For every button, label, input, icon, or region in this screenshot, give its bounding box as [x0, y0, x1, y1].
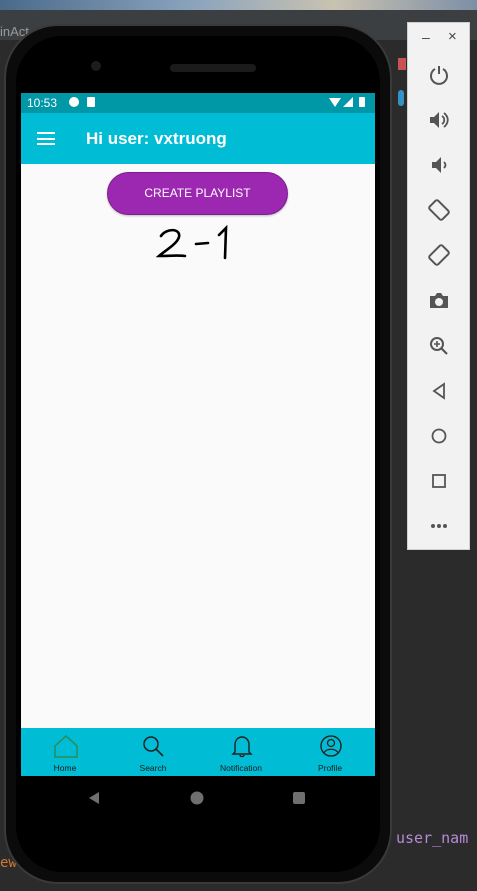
nav-label-search: Search — [139, 763, 167, 773]
create-playlist-button[interactable]: CREATE PLAYLIST — [107, 172, 288, 215]
status-bar: 10:53 — [21, 93, 375, 113]
power-icon[interactable] — [427, 63, 451, 87]
rotate-left-icon[interactable] — [427, 198, 451, 222]
notification-icons — [69, 96, 99, 111]
ide-background — [0, 0, 477, 10]
volume-down-icon[interactable] — [427, 153, 451, 177]
nav-label-profile: Profile — [317, 763, 343, 773]
bottom-navigation: Home Search Notification Profile — [21, 728, 375, 776]
nav-label-notification: Notification — [219, 763, 263, 773]
overview-icon[interactable] — [427, 469, 451, 493]
zoom-icon[interactable] — [427, 334, 451, 358]
back-icon[interactable] — [427, 379, 451, 403]
front-camera — [91, 61, 101, 71]
profile-icon — [320, 735, 342, 757]
handwritten-note: 2-1 — [155, 223, 246, 268]
bell-icon — [231, 736, 253, 758]
emulator-toolbar: – × — [407, 22, 470, 550]
app-bar: Hi user: vxtruong — [21, 113, 375, 164]
home-icon[interactable] — [427, 424, 451, 448]
overview-icon[interactable] — [292, 791, 306, 805]
back-icon[interactable] — [87, 791, 101, 805]
ide-scroll-marker — [398, 90, 404, 106]
nav-label-home: Home — [53, 763, 77, 773]
volume-up-icon[interactable] — [427, 108, 451, 132]
ide-code-text: user_nam — [396, 829, 469, 847]
rotate-right-icon[interactable] — [427, 243, 451, 267]
search-icon — [143, 736, 164, 757]
page-title: Hi user: vxtruong — [86, 129, 227, 148]
menu-icon[interactable] — [37, 132, 55, 145]
more-icon[interactable] — [427, 514, 451, 538]
nav-item-home[interactable]: Home — [21, 728, 109, 776]
camera-icon[interactable] — [427, 289, 451, 313]
system-navigation-bar — [21, 776, 375, 822]
earpiece-speaker — [170, 64, 256, 72]
home-button-icon[interactable] — [190, 791, 204, 805]
device-screen: 10:53 Hi user: vxtruong CREATE PLAYLIST — [21, 93, 375, 776]
ide-error-marker — [398, 58, 406, 70]
home-icon — [54, 734, 78, 758]
status-time: 10:53 — [27, 96, 58, 110]
nav-item-profile[interactable]: Profile — [286, 728, 374, 776]
nav-item-search[interactable]: Search — [109, 728, 197, 776]
status-system-icons — [329, 96, 369, 111]
handwritten-note-drawing — [155, 224, 228, 260]
emulator-window-controls: – × — [408, 28, 471, 49]
minimize-button[interactable]: – — [422, 29, 430, 45]
nav-item-notification[interactable]: Notification — [197, 728, 285, 776]
close-button[interactable]: × — [448, 28, 457, 45]
